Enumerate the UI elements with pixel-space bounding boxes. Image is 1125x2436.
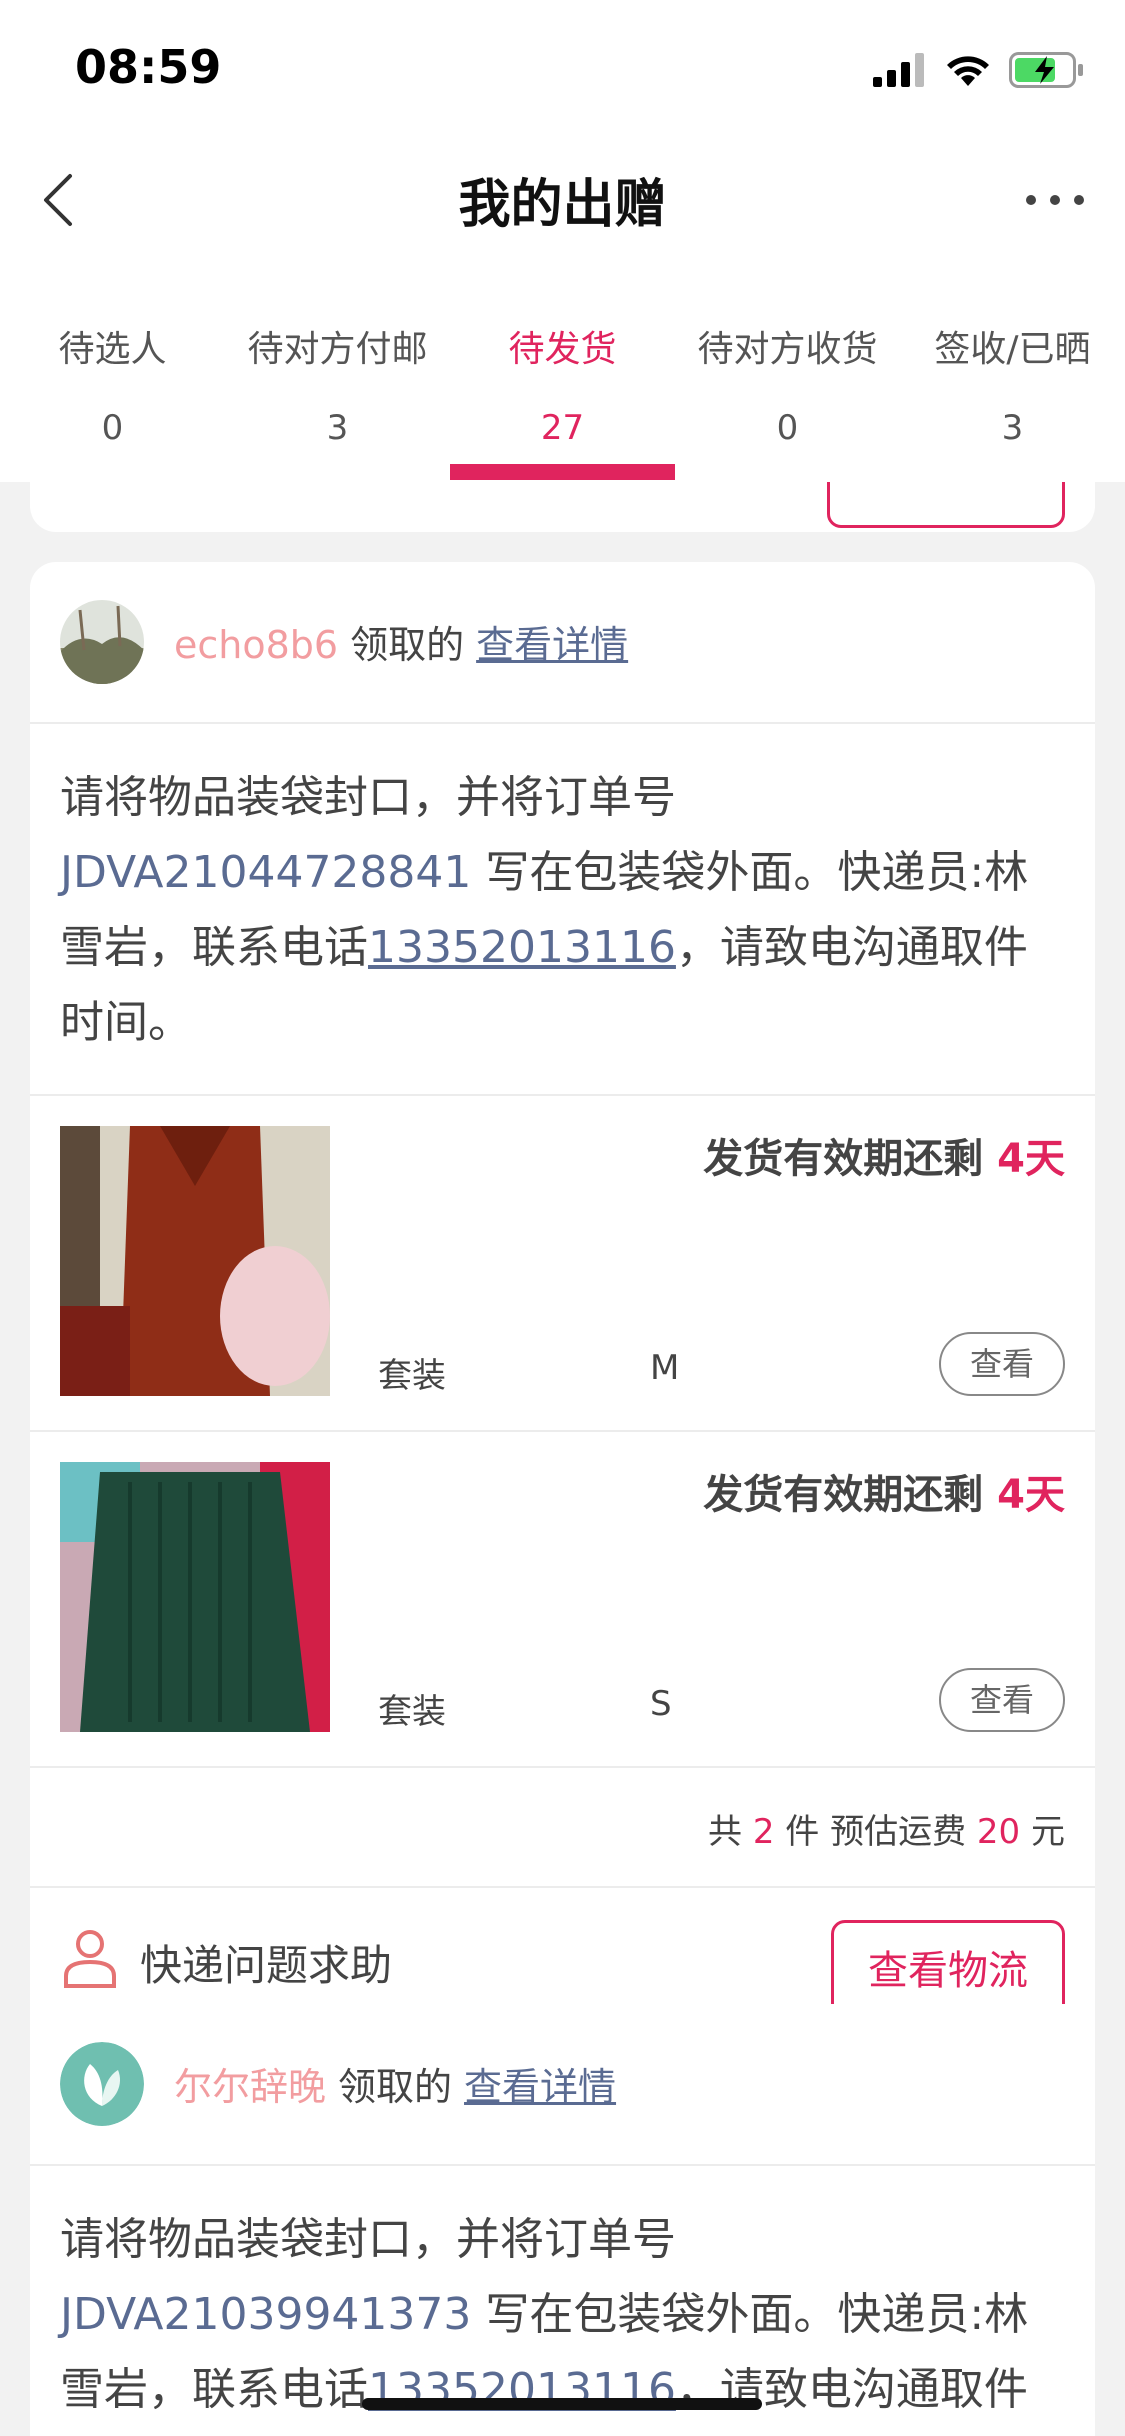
item-thumbnail[interactable] — [60, 1462, 330, 1732]
more-options-icon[interactable] — [1015, 168, 1095, 232]
summary-mid: 件 预估运费 — [774, 1812, 977, 1852]
shipping-instruction: 请将物品装袋封口，并将订单号 JDVA21039941373 写在包装袋外面。快… — [30, 2166, 1095, 2436]
shipping-instruction: 请将物品装袋封口，并将订单号 JDVA21044728841 写在包装袋外面。快… — [30, 724, 1095, 1096]
page-title: 我的出赠 — [458, 175, 667, 235]
tab-label: 签收/已晒 — [934, 329, 1091, 370]
gift-item: 发货有效期还剩 4天 套装 M 查看 — [30, 1096, 1095, 1432]
ship-deadline: 发货有效期还剩 4天 — [703, 1126, 1065, 1184]
gift-order-card: echo8b6 领取的 查看详情 请将物品装袋封口，并将订单号 JDVA210447… — [30, 562, 1095, 2060]
battery-charging-icon — [1009, 52, 1083, 88]
gift-item: 发货有效期还剩 4天 套装 S 查看 — [30, 1432, 1095, 1768]
summary-pre: 共 — [708, 1812, 753, 1852]
home-indicator[interactable] — [362, 2398, 762, 2410]
receiver-username[interactable]: 尔尔辞晚 — [174, 2065, 326, 2109]
courier-help-link[interactable]: 快递问题求助 — [140, 1932, 392, 1993]
order-summary: 共 2 件 预估运费 20 元 — [30, 1768, 1095, 1888]
card-header-text: 尔尔辞晚 领取的 查看详情 — [174, 2056, 616, 2111]
previous-logistics-button[interactable] — [827, 482, 1065, 528]
receiver-username[interactable]: echo8b6 — [174, 623, 338, 667]
order-number: JDVA21039941373 — [60, 2289, 472, 2340]
order-number: JDVA21044728841 — [60, 847, 472, 898]
nav-bar: 我的出赠 — [0, 140, 1125, 260]
signal-icon — [873, 53, 924, 87]
wifi-icon — [947, 56, 989, 86]
claimed-label: 领取的 — [338, 2065, 453, 2109]
status-icons — [873, 48, 1085, 92]
summary-post: 元 — [1020, 1812, 1065, 1852]
view-item-button[interactable]: 查看 — [939, 1668, 1065, 1732]
summary-text: 共 2 件 预估运费 20 元 — [708, 1804, 1065, 1853]
tab-label: 待对方收货 — [697, 329, 878, 370]
previous-card-bottom — [30, 482, 1095, 532]
instruction-prefix: 请将物品装袋封口，并将订单号 — [60, 2214, 676, 2265]
deadline-days: 4天 — [997, 1472, 1065, 1518]
view-details-link[interactable]: 查看详情 — [476, 623, 628, 667]
status-tabs: 待选人 0 待对方付邮 3 待发货 27 待对方收货 0 签收/已晒 3 — [0, 260, 1125, 482]
tab-count: 27 — [540, 408, 585, 448]
tab-signed-shared[interactable]: 签收/已晒 3 — [900, 260, 1125, 482]
tab-count: 0 — [776, 408, 799, 448]
tab-count: 3 — [1001, 408, 1024, 448]
tab-pending-receive[interactable]: 待对方收货 0 — [675, 260, 900, 482]
person-icon[interactable] — [62, 1928, 118, 1988]
tab-pending-ship[interactable]: 待发货 27 — [450, 260, 675, 482]
shipping-fee: 20 — [976, 1812, 1021, 1852]
gift-order-card: 尔尔辞晚 领取的 查看详情 请将物品装袋封口，并将订单号 JDVA210399413… — [30, 2004, 1095, 2436]
item-size: S — [650, 1684, 672, 1724]
view-details-link[interactable]: 查看详情 — [464, 2065, 616, 2109]
tab-label: 待对方付邮 — [247, 329, 428, 370]
status-bar: 08:59 — [0, 0, 1125, 140]
tab-pending-postage[interactable]: 待对方付邮 3 — [225, 260, 450, 482]
instruction-prefix: 请将物品装袋封口，并将订单号 — [60, 772, 676, 823]
tab-count: 3 — [326, 408, 349, 448]
ship-deadline: 发货有效期还剩 4天 — [703, 1462, 1065, 1520]
card-header-text: echo8b6 领取的 查看详情 — [174, 614, 628, 669]
item-category: 套装 — [378, 1356, 446, 1396]
status-time: 08:59 — [75, 40, 222, 94]
tab-active-underline — [450, 464, 675, 480]
claimed-label: 领取的 — [350, 623, 465, 667]
deadline-days: 4天 — [997, 1136, 1065, 1182]
card-header: echo8b6 领取的 查看详情 — [30, 562, 1095, 724]
item-count: 2 — [752, 1812, 775, 1852]
avatar[interactable] — [60, 2042, 144, 2126]
item-thumbnail[interactable] — [60, 1126, 330, 1396]
tab-label: 待选人 — [58, 329, 167, 370]
deadline-label: 发货有效期还剩 — [703, 1472, 998, 1518]
view-item-button[interactable]: 查看 — [939, 1332, 1065, 1396]
item-category: 套装 — [378, 1692, 446, 1732]
avatar[interactable] — [60, 600, 144, 684]
item-size: M — [650, 1348, 680, 1388]
courier-phone-link[interactable]: 13352013116 — [368, 922, 676, 973]
tab-label: 待发货 — [508, 329, 617, 370]
card-header: 尔尔辞晚 领取的 查看详情 — [30, 2004, 1095, 2166]
deadline-label: 发货有效期还剩 — [703, 1136, 998, 1182]
tab-count: 0 — [101, 408, 124, 448]
tab-pending-select[interactable]: 待选人 0 — [0, 260, 225, 482]
